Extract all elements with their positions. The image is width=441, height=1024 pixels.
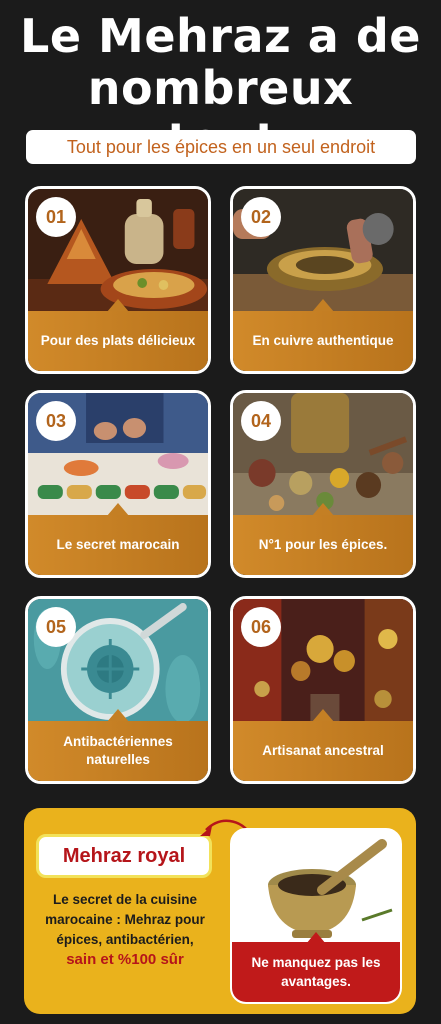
feature-card-5: 05 Antibactériennes naturelles <box>25 596 211 784</box>
subtitle-banner: Tout pour les épices en un seul endroit <box>26 130 416 164</box>
promo-panel: Mehraz royal Le secret de la cuisine mar… <box>24 808 416 1014</box>
cta-banner: Ne manquez pas les avantages. <box>232 942 400 1002</box>
mortar-card: Ne manquez pas les avantages. <box>230 828 402 1004</box>
promo-description: Le secret de la cuisine marocaine : Mehr… <box>30 890 220 970</box>
feature-card-1: 01 Pour des plats délicieux <box>25 186 211 374</box>
feature-card-4: 04 N°1 pour les épices. <box>230 390 416 578</box>
feature-number: 05 <box>36 607 76 647</box>
feature-number: 04 <box>241 401 281 441</box>
feature-number: 01 <box>36 197 76 237</box>
feature-label: En cuivre authentique <box>233 311 413 371</box>
feature-card-2: 02 En cuivre authentique <box>230 186 416 374</box>
headline-line-1: Le Mehraz a de <box>20 9 421 63</box>
feature-number: 06 <box>241 607 281 647</box>
feature-label: Le secret marocain <box>28 515 208 575</box>
mehraz-royal-badge: Mehraz royal <box>36 834 212 878</box>
feature-card-3: 03 Le secret marocain <box>25 390 211 578</box>
feature-label: Antibactériennes naturelles <box>28 721 208 781</box>
feature-number: 02 <box>241 197 281 237</box>
feature-label: Pour des plats délicieux <box>28 311 208 371</box>
feature-label: Artisanat ancestral <box>233 721 413 781</box>
promo-description-text: Le secret de la cuisine marocaine : Mehr… <box>45 892 205 947</box>
mortar-pestle-image <box>232 830 400 950</box>
feature-number: 03 <box>36 401 76 441</box>
feature-label: N°1 pour les épices. <box>233 515 413 575</box>
promo-highlight: sain et %100 sûr <box>66 951 184 968</box>
feature-card-6: 06 Artisanat ancestral <box>230 596 416 784</box>
